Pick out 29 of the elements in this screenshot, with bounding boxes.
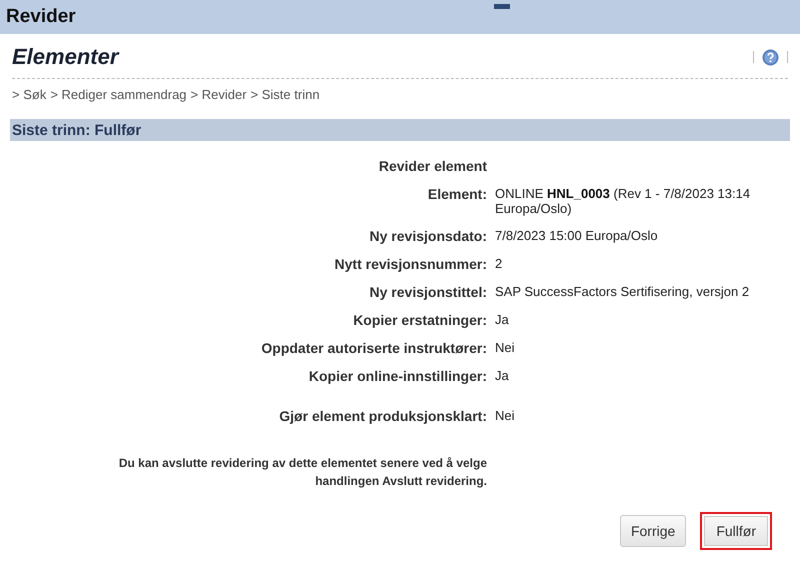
field-label: Nytt revisjonsnummer:	[334, 256, 488, 272]
page-title: Elementer	[12, 44, 118, 70]
field-value: Nei	[495, 340, 516, 356]
form-heading: Revider element	[378, 158, 488, 174]
window-title: Revider	[6, 6, 76, 28]
drag-handle-icon[interactable]	[494, 4, 510, 9]
help-icon[interactable]	[762, 48, 779, 66]
breadcrumb-link[interactable]: > Rediger sammendrag	[50, 87, 187, 102]
field-value: Nei	[495, 408, 516, 424]
field-label: Ny revisjonsdato:	[368, 228, 488, 244]
breadcrumb-link[interactable]: > Søk	[12, 87, 46, 102]
field-value: Ja	[495, 312, 510, 328]
field-label: Ny revisjonstittel:	[368, 284, 488, 300]
field-value: SAP SuccessFactors Sertifisering, versjon 2	[495, 284, 750, 300]
back-button[interactable]: Forrige	[620, 515, 686, 547]
section-title: Siste trinn: Fullfør	[12, 122, 142, 138]
field-label: Kopier erstatninger:	[352, 312, 488, 328]
breadcrumb-link[interactable]: > Siste trinn	[250, 87, 320, 102]
field-value: ONLINE HNL_0003 (Rev 1 - 7/8/2023 13:14 Europa/Oslo)	[495, 186, 752, 216]
field-value: Ja	[495, 368, 510, 384]
field-label: Gjør element produksjonsklart:	[278, 408, 488, 424]
field-label: Element:	[426, 186, 488, 204]
info-note: Du kan avslutte revidering av dette elementet senere ved å velge handlingen Avslutt revidering.	[118, 455, 488, 490]
field-value: 2	[495, 256, 504, 272]
field-label: Kopier online-innstillinger:	[308, 368, 488, 384]
field-value: 7/8/2023 15:00 Europa/Oslo	[495, 228, 659, 244]
finish-button[interactable]: Fullfør	[700, 512, 772, 550]
field-label: Oppdater autoriserte instruktører:	[260, 340, 488, 356]
breadcrumb-link[interactable]: > Revider	[190, 87, 247, 102]
